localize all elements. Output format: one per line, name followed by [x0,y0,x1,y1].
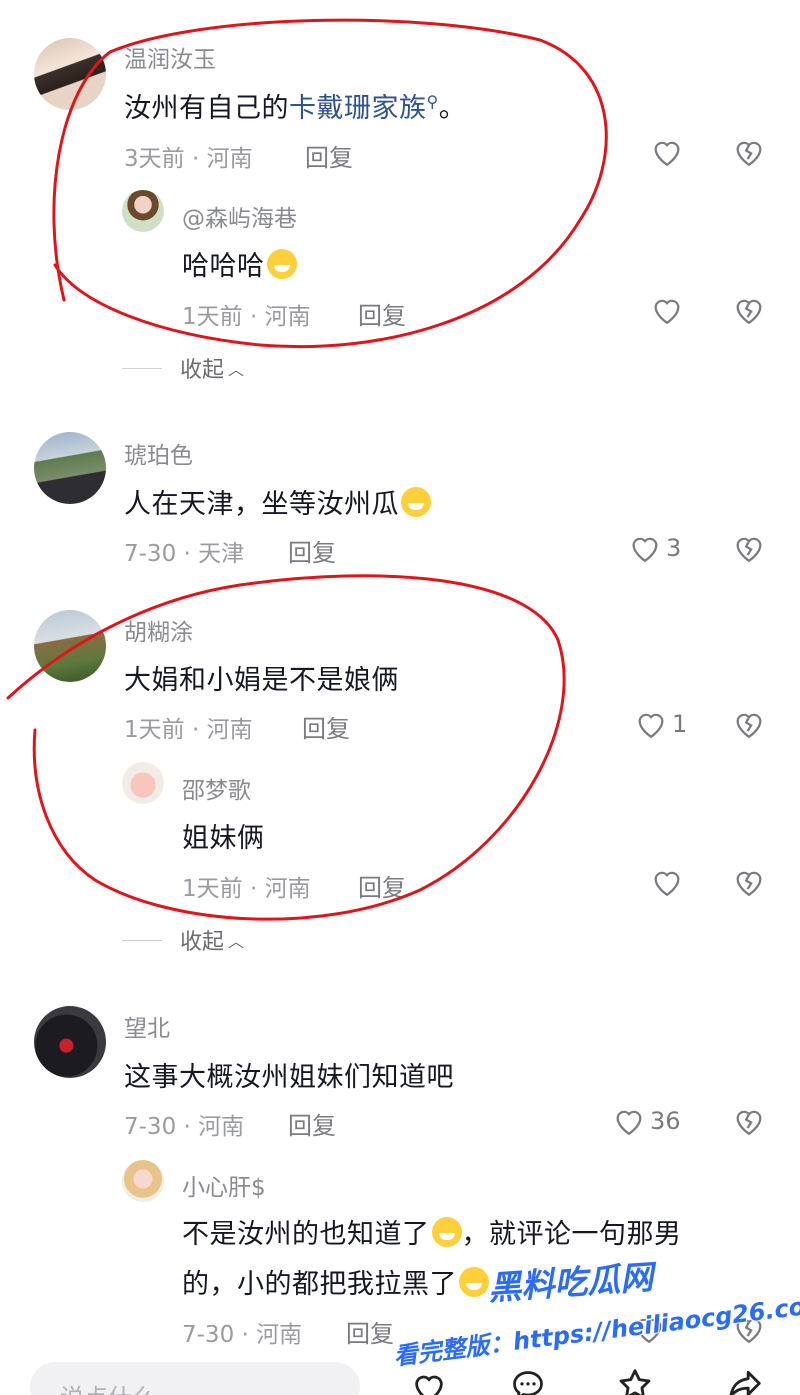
like-button[interactable]: 1 [634,708,687,740]
comment-bubble-icon[interactable] [508,1368,548,1395]
reply-button[interactable]: 回复 [358,868,406,903]
broken-heart-icon[interactable] [732,532,766,564]
divider-line [122,939,162,941]
broken-heart-icon[interactable] [732,708,766,740]
avatar[interactable] [122,762,164,804]
collapse-label: 收起 [180,358,225,383]
like-button[interactable] [650,294,684,326]
comment-text-part: 人在天津，坐等汝州瓜 [124,489,399,520]
comment-text: 汝州有自己的卡戴珊家族⚲。 [124,86,466,125]
comment-text-part: 。 [438,93,467,124]
comment-input-placeholder: 说点什么 [60,1378,156,1395]
like-button[interactable] [632,1313,666,1345]
reply-text-line2: 的，小的都把我拉黑了 [182,1262,489,1301]
like-button[interactable] [650,136,684,168]
reply-button[interactable]: 回复 [288,533,336,568]
heart-icon [654,871,680,897]
comment-text: 这事大概汝州姐妹们知道吧 [124,1062,454,1093]
reply-button[interactable]: 回复 [305,138,353,173]
comment-meta: 7-30 · 河南 [124,1114,245,1140]
avatar[interactable] [34,38,106,110]
comment-meta: 3天前 · 河南 [124,146,253,172]
like-button[interactable] [650,866,684,898]
comment-username[interactable]: 琥珀色 [124,436,193,470]
avatar[interactable] [34,1006,106,1078]
avatar[interactable] [34,610,106,682]
comment-text-part: 汝州有自己的 [124,93,289,124]
comment-username[interactable]: 温润汝玉 [124,40,216,74]
reply-text: 姐妹俩 [182,823,265,854]
broken-heart-icon[interactable] [732,1105,766,1137]
chevron-up-icon: ︿ [228,360,245,379]
grin-sweat-emoji-icon [266,249,297,279]
crying-emoji-icon [431,1217,462,1247]
avatar[interactable] [122,1160,164,1202]
heart-icon [654,141,680,167]
reply-username[interactable]: 小心肝$ [182,1168,266,1202]
like-button[interactable]: 3 [628,532,681,564]
like-count: 3 [666,534,682,562]
reply-button[interactable]: 回复 [346,1314,394,1349]
like-count: 36 [650,1107,681,1135]
comment-username[interactable]: 胡糊涂 [124,613,193,647]
reply-meta: 7-30 · 河南 [182,1322,303,1348]
broken-heart-icon[interactable] [732,1313,766,1345]
laugh-cry-emoji-icon [401,487,431,517]
reply-text-part: 不是汝州的也知道了 [182,1219,430,1250]
reply-text-part: 哈哈哈 [182,251,265,282]
share-arrow-icon[interactable] [725,1366,765,1395]
chevron-up-icon: ︿ [228,932,245,951]
search-icon[interactable]: ⚲ [427,92,439,111]
comment-text: 大娟和小娟是不是娘俩 [124,665,399,696]
comment-username[interactable]: 望北 [124,1009,170,1043]
heart-icon [654,299,680,325]
reply-text-part: ，就评论一句那男 [461,1219,682,1250]
heart-icon [636,1318,662,1344]
reply-username[interactable]: 邵梦歌 [182,771,251,805]
reply-text: 不是汝州的也知道了 ，就评论一句那男 [182,1212,682,1251]
like-button[interactable]: 36 [612,1105,681,1137]
avatar[interactable] [34,432,106,504]
heart-icon[interactable] [410,1370,448,1395]
heart-icon [638,713,664,739]
collapse-label: 收起 [180,930,225,955]
heart-icon [616,1110,642,1136]
reply-meta: 1天前 · 河南 [182,304,311,330]
reply-button[interactable]: 回复 [302,709,350,744]
reply-button[interactable]: 回复 [288,1106,336,1141]
reply-text-part: 的，小的都把我拉黑了 [182,1269,457,1300]
broken-heart-icon[interactable] [732,294,766,326]
star-icon[interactable] [615,1366,655,1395]
search-link[interactable]: 卡戴珊家族 [289,93,427,124]
red-annotation-circles [6,18,608,921]
reply-username[interactable]: @森屿海巷 [182,199,297,233]
reply-button[interactable]: 回复 [358,296,406,331]
broken-heart-icon[interactable] [732,136,766,168]
collapse-replies-button[interactable]: 收起 ︿ [122,352,244,384]
heart-icon [632,537,658,563]
comment-text: 人在天津，坐等汝州瓜 [124,482,431,521]
face-emoji-icon [459,1267,489,1297]
reply-meta: 1天前 · 河南 [182,876,311,902]
collapse-replies-button[interactable]: 收起 ︿ [122,924,244,956]
divider-line [122,367,162,369]
avatar[interactable] [122,190,164,232]
reply-text: 哈哈哈 [182,244,297,283]
comment-meta: 7-30 · 天津 [124,541,245,567]
watermark-title: 黑料吃瓜网 [487,1257,655,1308]
like-count: 1 [672,710,688,738]
comment-meta: 1天前 · 河南 [124,717,253,743]
broken-heart-icon[interactable] [732,866,766,898]
